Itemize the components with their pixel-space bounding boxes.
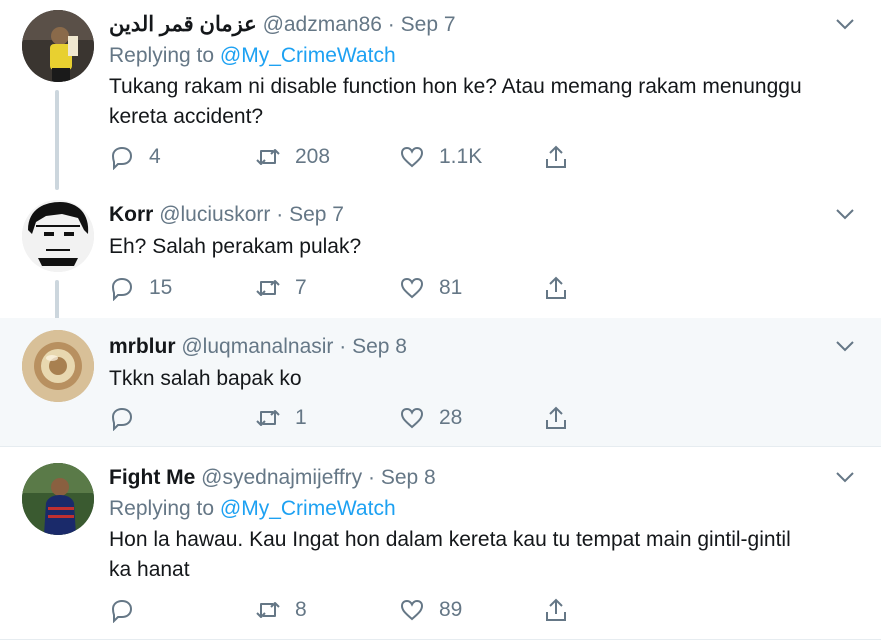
retweet-button[interactable]: 1 bbox=[255, 403, 307, 433]
share-button[interactable] bbox=[543, 403, 569, 433]
tweet-text-line: Hon la hawau. Kau Ingat hon dalam kereta… bbox=[109, 528, 791, 551]
tweet-text: Tkkn salah bapak ko bbox=[109, 364, 851, 394]
share-button[interactable] bbox=[543, 595, 569, 625]
share-icon bbox=[546, 145, 566, 168]
display-name[interactable]: Korr bbox=[109, 203, 153, 226]
like-button[interactable]: 28 bbox=[399, 403, 462, 433]
tweet[interactable]: Fight Me @syednajmijeffry · Sep 8 Replyi… bbox=[0, 447, 881, 641]
replying-prefix: Replying to bbox=[109, 44, 215, 67]
chevron-down-icon[interactable] bbox=[835, 338, 855, 354]
tweet-text-line: ka hanat bbox=[109, 558, 190, 581]
like-count: 81 bbox=[439, 276, 463, 299]
retweet-icon bbox=[256, 410, 280, 426]
retweet-icon bbox=[256, 280, 280, 296]
retweet-button[interactable]: 7 bbox=[255, 273, 307, 303]
tweet-date[interactable]: Sep 8 bbox=[381, 466, 436, 489]
tweet-text: Hon la hawau. Kau Ingat hon dalam kereta… bbox=[109, 525, 851, 585]
tweet-header: mrblur @luqmanalnasir · Sep 8 bbox=[109, 334, 851, 360]
like-button[interactable]: 89 bbox=[399, 595, 462, 625]
display-name[interactable]: mrblur bbox=[109, 335, 176, 358]
reply-icon bbox=[111, 599, 133, 623]
reply-count: 15 bbox=[149, 276, 173, 299]
retweet-count: 208 bbox=[295, 145, 331, 168]
tweet-date[interactable]: Sep 7 bbox=[401, 13, 456, 36]
chevron-down-icon[interactable] bbox=[835, 206, 855, 222]
user-handle[interactable]: @adzman86 bbox=[263, 13, 382, 36]
avatar[interactable] bbox=[22, 10, 94, 82]
chevron-down-icon[interactable] bbox=[835, 469, 855, 485]
share-icon bbox=[546, 598, 566, 621]
tweet-header: Korr @luciuskorr · Sep 7 bbox=[109, 202, 851, 228]
replying-to-link[interactable]: @My_CrimeWatch bbox=[220, 497, 396, 520]
user-handle[interactable]: @luqmanalnasir bbox=[181, 335, 333, 358]
like-icon bbox=[400, 277, 424, 299]
separator-dot: · bbox=[387, 13, 395, 36]
share-button[interactable] bbox=[543, 142, 569, 172]
tweet[interactable]: Korr @luciuskorr · Sep 7 Eh? Salah perak… bbox=[0, 190, 881, 317]
tweet-text: Eh? Salah perakam pulak? bbox=[109, 232, 851, 262]
retweet-icon bbox=[256, 149, 280, 165]
like-icon bbox=[400, 599, 424, 621]
replying-to: Replying to @My_CrimeWatch bbox=[109, 494, 851, 524]
reply-button[interactable] bbox=[109, 403, 135, 433]
share-icon bbox=[546, 276, 566, 299]
retweet-count: 7 bbox=[295, 276, 307, 299]
like-count: 1.1K bbox=[439, 145, 483, 168]
share-button[interactable] bbox=[543, 273, 569, 303]
tweet-text-line: kereta accident? bbox=[109, 105, 264, 128]
reply-icon bbox=[111, 277, 133, 301]
reply-count: 4 bbox=[149, 145, 161, 168]
like-button[interactable]: 81 bbox=[399, 273, 462, 303]
avatar[interactable] bbox=[22, 200, 94, 272]
tweet-date[interactable]: Sep 8 bbox=[352, 335, 407, 358]
like-button[interactable]: 1.1K bbox=[399, 142, 482, 172]
chevron-down-icon[interactable] bbox=[835, 16, 855, 32]
user-handle[interactable]: @syednajmijeffry bbox=[201, 466, 362, 489]
tweet-date[interactable]: Sep 7 bbox=[289, 203, 344, 226]
tweet-text-line: Tukang rakam ni disable function hon ke?… bbox=[109, 75, 802, 98]
like-count: 89 bbox=[439, 598, 463, 621]
retweet-count: 1 bbox=[295, 406, 307, 429]
tweet-text-line: Eh? Salah perakam pulak? bbox=[109, 235, 362, 258]
replying-to-link[interactable]: @My_CrimeWatch bbox=[220, 44, 396, 67]
reply-button[interactable]: 4 bbox=[109, 142, 161, 172]
tweet-divider bbox=[0, 639, 881, 640]
like-count: 28 bbox=[439, 406, 463, 429]
tweet-text: Tukang rakam ni disable function hon ke?… bbox=[109, 72, 851, 132]
reply-icon bbox=[111, 407, 133, 431]
tweet[interactable]: mrblur @luqmanalnasir · Sep 8 Tkkn salah… bbox=[0, 318, 881, 446]
reply-button[interactable] bbox=[109, 595, 135, 625]
avatar[interactable] bbox=[22, 330, 94, 402]
reply-button[interactable]: 15 bbox=[109, 273, 172, 303]
retweet-count: 8 bbox=[295, 598, 307, 621]
share-icon bbox=[546, 406, 566, 429]
separator-dot: · bbox=[339, 335, 347, 358]
user-handle[interactable]: @luciuskorr bbox=[159, 203, 270, 226]
display-name[interactable]: عزمان قمر الدين bbox=[109, 13, 257, 36]
retweet-button[interactable]: 8 bbox=[255, 595, 307, 625]
replying-prefix: Replying to bbox=[109, 497, 215, 520]
reply-icon bbox=[111, 146, 133, 170]
tweet-header: Fight Me @syednajmijeffry · Sep 8 bbox=[109, 465, 851, 491]
replying-to: Replying to @My_CrimeWatch bbox=[109, 41, 851, 71]
tweet-text-line: Tkkn salah bapak ko bbox=[109, 367, 302, 390]
tweet[interactable]: عزمان قمر الدين @adzman86 · Sep 7 Replyi… bbox=[0, 0, 881, 190]
tweet-header: عزمان قمر الدين @adzman86 · Sep 7 bbox=[109, 12, 851, 38]
retweet-button[interactable]: 208 bbox=[255, 142, 330, 172]
like-icon bbox=[400, 407, 424, 429]
display-name[interactable]: Fight Me bbox=[109, 466, 195, 489]
separator-dot: · bbox=[368, 466, 376, 489]
avatar[interactable] bbox=[22, 463, 94, 535]
like-icon bbox=[400, 146, 424, 168]
retweet-icon bbox=[256, 602, 280, 618]
separator-dot: · bbox=[276, 203, 284, 226]
